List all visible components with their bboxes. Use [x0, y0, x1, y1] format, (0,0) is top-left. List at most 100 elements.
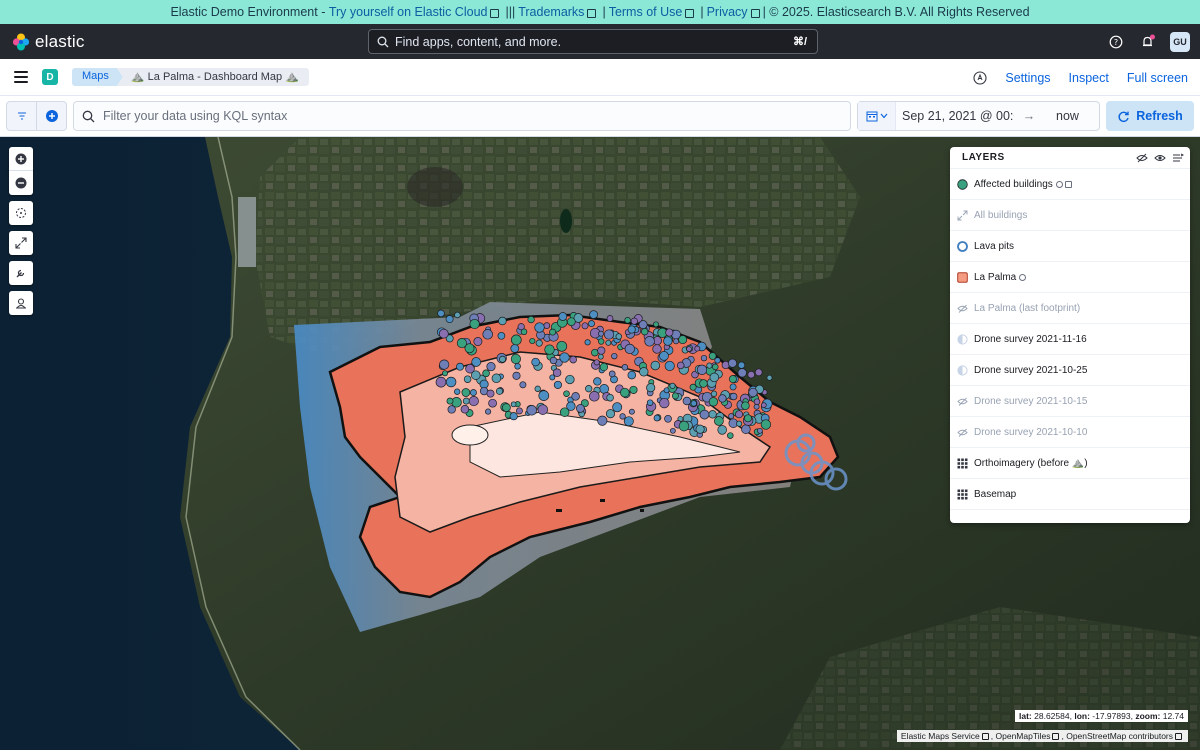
building-marker: [510, 401, 517, 408]
building-marker: [706, 362, 713, 369]
building-marker: [729, 383, 737, 391]
menu-toggle-button[interactable]: [14, 71, 28, 83]
building-marker: [461, 388, 471, 397]
layer-item[interactable]: La Palma: [950, 262, 1190, 293]
elastic-logo-icon: [12, 33, 30, 50]
eye-icon[interactable]: [1154, 152, 1166, 164]
kql-placeholder: Filter your data using KQL syntax: [103, 109, 288, 123]
building-marker: [708, 352, 717, 360]
refresh-icon: [1118, 111, 1129, 122]
external-link-icon: [1052, 733, 1060, 740]
layer-item[interactable]: La Palma (last footprint): [950, 293, 1190, 324]
fit-to-data-button[interactable]: [9, 231, 33, 255]
zoom-out-button[interactable]: [9, 171, 33, 195]
terms-of-use-link[interactable]: Terms of Use: [609, 5, 683, 19]
building-marker: [653, 321, 659, 328]
building-marker: [437, 309, 445, 318]
ai-assistant-icon[interactable]: [973, 70, 987, 85]
building-marker: [665, 328, 674, 337]
breadcrumb-current-map: ⛰️ La Palma - Dashboard Map ⛰️: [116, 68, 309, 86]
clock-icon: [1019, 273, 1027, 281]
attribution-ems[interactable]: Elastic Maps Service: [901, 731, 980, 741]
inspect-link[interactable]: Inspect: [1069, 71, 1109, 85]
building-marker: [482, 369, 490, 378]
building-marker: [566, 401, 576, 411]
map-attribution: Elastic Maps Service, OpenMapTiles, Open…: [896, 730, 1188, 742]
layer-item[interactable]: All buildings: [950, 200, 1190, 231]
attribution-openmaptiles[interactable]: OpenMapTiles: [996, 731, 1051, 741]
layer-label: All buildings: [974, 209, 1028, 221]
building-marker: [717, 425, 727, 435]
layer-item[interactable]: Affected buildings: [950, 169, 1190, 200]
building-marker: [597, 415, 608, 426]
building-marker: [753, 398, 761, 405]
building-marker: [498, 316, 507, 326]
building-marker: [471, 357, 482, 367]
trademarks-link[interactable]: Trademarks: [518, 5, 584, 19]
raster-swatch-icon: [957, 364, 968, 376]
building-marker: [593, 377, 602, 386]
layer-info-icons: [1055, 180, 1072, 188]
eye-closed-icon: [957, 397, 968, 406]
tools-button[interactable]: [9, 261, 33, 285]
try-elastic-cloud-link[interactable]: Try yourself on Elastic Cloud: [329, 5, 488, 19]
building-marker: [445, 376, 457, 388]
plus-circle-icon: [15, 153, 27, 164]
end-date[interactable]: now: [1056, 109, 1079, 123]
set-view-button[interactable]: [9, 201, 33, 225]
settings-link[interactable]: Settings: [1005, 71, 1050, 85]
user-avatar[interactable]: GU: [1170, 31, 1190, 52]
layer-item[interactable]: Basemap: [950, 479, 1190, 510]
breadcrumb-maps[interactable]: Maps: [72, 68, 123, 86]
attribution-osm[interactable]: OpenStreetMap contributors: [1066, 731, 1173, 741]
filter-options-button[interactable]: [7, 102, 36, 130]
building-marker: [473, 337, 483, 346]
search-icon: [377, 36, 389, 47]
layer-item[interactable]: Drone survey 2021-10-10: [950, 417, 1190, 448]
full-screen-link[interactable]: Full screen: [1127, 71, 1188, 85]
crosshair-icon: [16, 208, 26, 218]
building-marker: [686, 346, 692, 352]
privacy-link[interactable]: Privacy: [707, 5, 748, 19]
elastic-logo[interactable]: elastic: [12, 32, 85, 52]
building-marker: [597, 346, 606, 355]
building-marker: [463, 375, 472, 383]
building-marker: [659, 397, 670, 409]
external-link-icon: [685, 8, 695, 18]
layer-item[interactable]: Lava pits: [950, 231, 1190, 262]
add-filter-button[interactable]: [36, 102, 66, 130]
quick-date-menu-button[interactable]: [858, 102, 896, 130]
layer-label: Drone survey 2021-10-10: [974, 426, 1088, 438]
global-search-input[interactable]: Find apps, content, and more. ⌘/: [368, 29, 818, 54]
collapse-panel-icon[interactable]: [1172, 152, 1184, 164]
layer-item[interactable]: Drone survey 2021-11-16: [950, 324, 1190, 355]
building-marker: [558, 312, 568, 321]
building-marker: [442, 370, 448, 377]
space-selector[interactable]: D: [42, 69, 58, 85]
zoom-in-button[interactable]: [9, 147, 33, 171]
grid-icon: [957, 489, 968, 499]
building-marker: [676, 361, 685, 370]
search-icon: [82, 110, 95, 122]
notifications-button[interactable]: [1138, 32, 1158, 52]
help-button[interactable]: ?: [1106, 32, 1126, 52]
building-marker: [748, 387, 758, 398]
layer-item[interactable]: Orthoimagery (before ⛰️): [950, 448, 1190, 479]
building-marker: [754, 368, 763, 377]
minus-circle-icon: [15, 177, 27, 189]
building-marker: [664, 360, 675, 371]
kql-search-input[interactable]: Filter your data using KQL syntax: [73, 101, 851, 131]
layer-item[interactable]: Drone survey 2021-10-15: [950, 386, 1190, 417]
map-canvas[interactable]: LAYERS Affected buildings All buildings La…: [0, 137, 1200, 750]
raster-swatch-icon: [957, 333, 968, 345]
start-date[interactable]: Sep 21, 2021 @ 00:0...: [902, 109, 1014, 123]
refresh-button[interactable]: Refresh: [1106, 101, 1194, 131]
building-marker: [585, 385, 593, 393]
eye-closed-icon[interactable]: [1136, 152, 1148, 164]
timeslider-button[interactable]: [9, 291, 33, 315]
building-marker: [591, 348, 599, 357]
building-marker: [663, 336, 673, 346]
layer-item[interactable]: Drone survey 2021-10-25: [950, 355, 1190, 386]
building-marker: [549, 356, 558, 365]
building-marker: [599, 362, 609, 372]
